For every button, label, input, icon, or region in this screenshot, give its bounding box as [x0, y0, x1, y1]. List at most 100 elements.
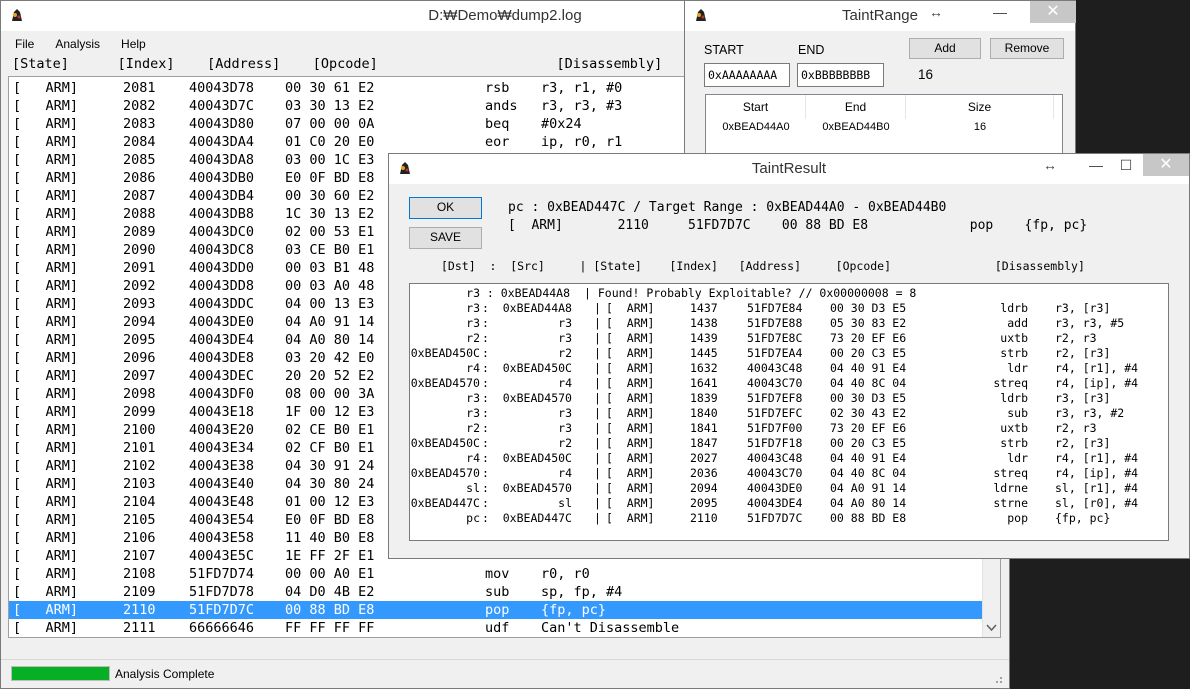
cell-addr: 40043E40: [189, 476, 255, 492]
table-row[interactable]: [ ARM] 2109 51FD7D78 04 D0 4B E2 sub sp, fp, …: [9, 583, 984, 601]
cell-addr: 40043DA4: [189, 134, 255, 150]
remove-button[interactable]: Remove: [990, 38, 1064, 59]
cell-state: [ ARM]: [13, 314, 79, 330]
menu-analysis[interactable]: Analysis: [48, 34, 107, 54]
resize-grip-icon[interactable]: [993, 674, 1003, 684]
cell-index: 2087: [123, 188, 156, 204]
taint-range-title: TaintRange: [842, 7, 918, 24]
taint-result-list[interactable]: r3 : 0xBEAD44A8 | Found! Probably Exploi…: [409, 283, 1169, 541]
save-button[interactable]: SAVE: [409, 227, 482, 249]
cell-index: 1840: [690, 406, 718, 420]
cell-op: 02 CE B0 E1: [285, 422, 375, 438]
cell-state: [ ARM]: [13, 350, 79, 366]
table-row[interactable]: [ ARM] 2110 51FD7D7C 00 88 BD E8 pop {fp, pc}: [9, 601, 984, 619]
cell-op: 04 A0 91 14: [830, 481, 907, 495]
cell-addr: 40043DDC: [189, 296, 255, 312]
found-row: r3 : 0xBEAD44A8 | Found! Probably Exploi…: [410, 286, 916, 301]
cell-mn: beq: [485, 116, 510, 132]
cell-colon: :: [482, 511, 489, 525]
cell-args: r2, [r3]: [1055, 346, 1111, 360]
cell-args: r4, [r1], #4: [1055, 361, 1139, 375]
cell-state: [ ARM]: [606, 391, 655, 405]
range-end-cell: 0xBEAD44B0: [822, 121, 890, 133]
col-start[interactable]: Start: [706, 95, 806, 119]
minimize-button[interactable]: —: [1083, 154, 1109, 176]
maximize-button[interactable]: ☐: [1113, 154, 1139, 176]
cell-addr: 51FD7E88: [747, 316, 803, 330]
cell-index: 2094: [690, 481, 718, 495]
cell-src: sl: [558, 496, 572, 510]
menu-help[interactable]: Help: [114, 34, 153, 54]
cell-mn: pop: [485, 602, 510, 618]
cell-index: 2111: [123, 620, 156, 636]
cell-addr: 40043DB4: [189, 188, 255, 204]
add-button[interactable]: Add: [909, 38, 981, 59]
cell-colon: :: [482, 391, 489, 405]
cell-src: r3: [558, 316, 572, 330]
cell-op: 04 40 8C 04: [830, 466, 907, 480]
resize-arrows-icon[interactable]: ↔: [1035, 154, 1065, 176]
cell-addr: 40043DD8: [189, 278, 255, 294]
cell-state: [ ARM]: [13, 602, 79, 618]
cell-op: 20 20 52 E2: [285, 368, 375, 384]
cell-sep: |: [594, 496, 601, 510]
cell-index: 2085: [123, 152, 156, 168]
cell-addr: 40043D7C: [189, 98, 255, 114]
cell-index: 2108: [123, 566, 156, 582]
cell-addr: 40043DE8: [189, 350, 255, 366]
cell-colon: :: [482, 481, 489, 495]
cell-op: 05 30 83 E2: [830, 316, 907, 330]
col-end[interactable]: End: [806, 95, 906, 119]
taint-range-titlebar[interactable]: TaintRange ↔ — ✕: [685, 1, 1076, 31]
table-row[interactable]: [ ARM] 2108 51FD7D74 00 00 A0 E1 mov r0, r0: [9, 565, 984, 583]
cell-dst: 0xBEAD4570: [410, 376, 480, 390]
taint-result-titlebar[interactable]: TaintResult ↔ — ☐ ✕: [389, 154, 1189, 184]
minimize-button[interactable]: —: [987, 1, 1013, 23]
cell-args: sl, [r1], #4: [1055, 481, 1139, 495]
cell-addr: 40043E38: [189, 458, 255, 474]
table-row[interactable]: [ ARM] 2111 66666646 FF FF FF FF udf Can't Di…: [9, 619, 984, 637]
cell-state: [ ARM]: [13, 260, 79, 276]
cell-sep: |: [594, 421, 601, 435]
cell-args: Can't Disassemble: [541, 620, 680, 636]
cell-mn: ands: [485, 98, 518, 114]
cell-addr: 51FD7D74: [189, 566, 255, 582]
ok-button[interactable]: OK: [409, 197, 482, 219]
close-button[interactable]: ✕: [1030, 1, 1076, 23]
cell-index: 2102: [123, 458, 156, 474]
cell-sep: |: [594, 451, 601, 465]
cell-op: 03 CE B0 E1: [285, 242, 375, 258]
menu-file[interactable]: File: [8, 34, 41, 54]
cell-index: 2095: [690, 496, 718, 510]
cell-addr: 51FD7E8C: [747, 331, 803, 345]
cell-addr: 40043E20: [189, 422, 255, 438]
cell-op: 00 30 60 E2: [285, 188, 375, 204]
cell-index: 2100: [123, 422, 156, 438]
resize-arrows-icon[interactable]: ↔: [921, 1, 951, 23]
cell-args: {fp, pc}: [541, 602, 607, 618]
cell-mn: pop: [1007, 511, 1028, 525]
range-start-cell: 0xBEAD44A0: [722, 121, 790, 133]
end-input[interactable]: 0xBBBBBBBB: [797, 63, 884, 87]
cell-addr: 51FD7D7C: [189, 602, 255, 618]
cell-dst: r4: [466, 451, 480, 465]
list-header: [State] [Index] [Address] [Opcode] [Disa…: [12, 56, 663, 72]
cell-args: #0x24: [541, 116, 582, 132]
close-button[interactable]: ✕: [1143, 154, 1189, 176]
cell-addr: 40043C48: [747, 361, 803, 375]
cell-index: 2096: [123, 350, 156, 366]
cell-op: 00 20 C3 E5: [830, 346, 907, 360]
cell-colon: :: [482, 316, 489, 330]
cell-src: r3: [558, 331, 572, 345]
found-src: : 0xBEAD44A8: [480, 286, 571, 300]
start-input[interactable]: 0xAAAAAAAA: [704, 63, 790, 87]
cell-mn: ldrne: [993, 481, 1028, 495]
cell-dst: r3: [466, 406, 480, 420]
cell-index: 2089: [123, 224, 156, 240]
col-size[interactable]: Size: [906, 95, 1054, 119]
cell-op: 01 00 12 E3: [285, 494, 375, 510]
cell-mn: ldr: [1007, 451, 1028, 465]
cell-addr: 40043DE0: [189, 314, 255, 330]
cell-sep: |: [594, 376, 601, 390]
cell-src: 0xBEAD4570: [502, 481, 572, 495]
